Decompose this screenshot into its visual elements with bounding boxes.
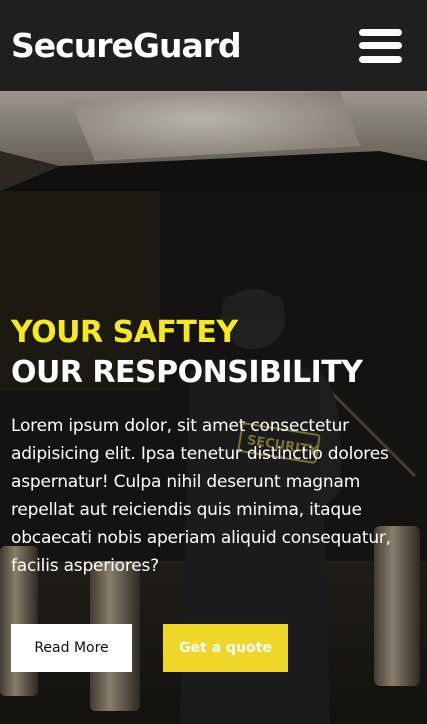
get-a-quote-button[interactable]: Get a quote: [163, 624, 288, 672]
menu-line: [359, 55, 402, 63]
hero-headline: OUR RESPONSIBILITY: [11, 355, 363, 390]
navbar: SecureGuard: [0, 0, 427, 91]
menu-line: [359, 42, 402, 49]
hero-buttons: Read More Get a quote: [11, 624, 288, 672]
read-more-button[interactable]: Read More: [11, 624, 132, 672]
hamburger-menu-icon[interactable]: [359, 28, 402, 63]
brand-logo[interactable]: SecureGuard: [11, 26, 242, 65]
hero-description: Lorem ipsum dolor, sit amet consectetur …: [11, 416, 391, 576]
hero-headline-accent: YOUR SAFTEY: [11, 315, 238, 350]
hero-section: SECURITY YOUR SAFTEY OUR RESPONSIBILITY …: [0, 91, 427, 724]
hero-content: YOUR SAFTEY OUR RESPONSIBILITY Lorem ips…: [11, 315, 411, 672]
menu-line: [359, 28, 402, 36]
